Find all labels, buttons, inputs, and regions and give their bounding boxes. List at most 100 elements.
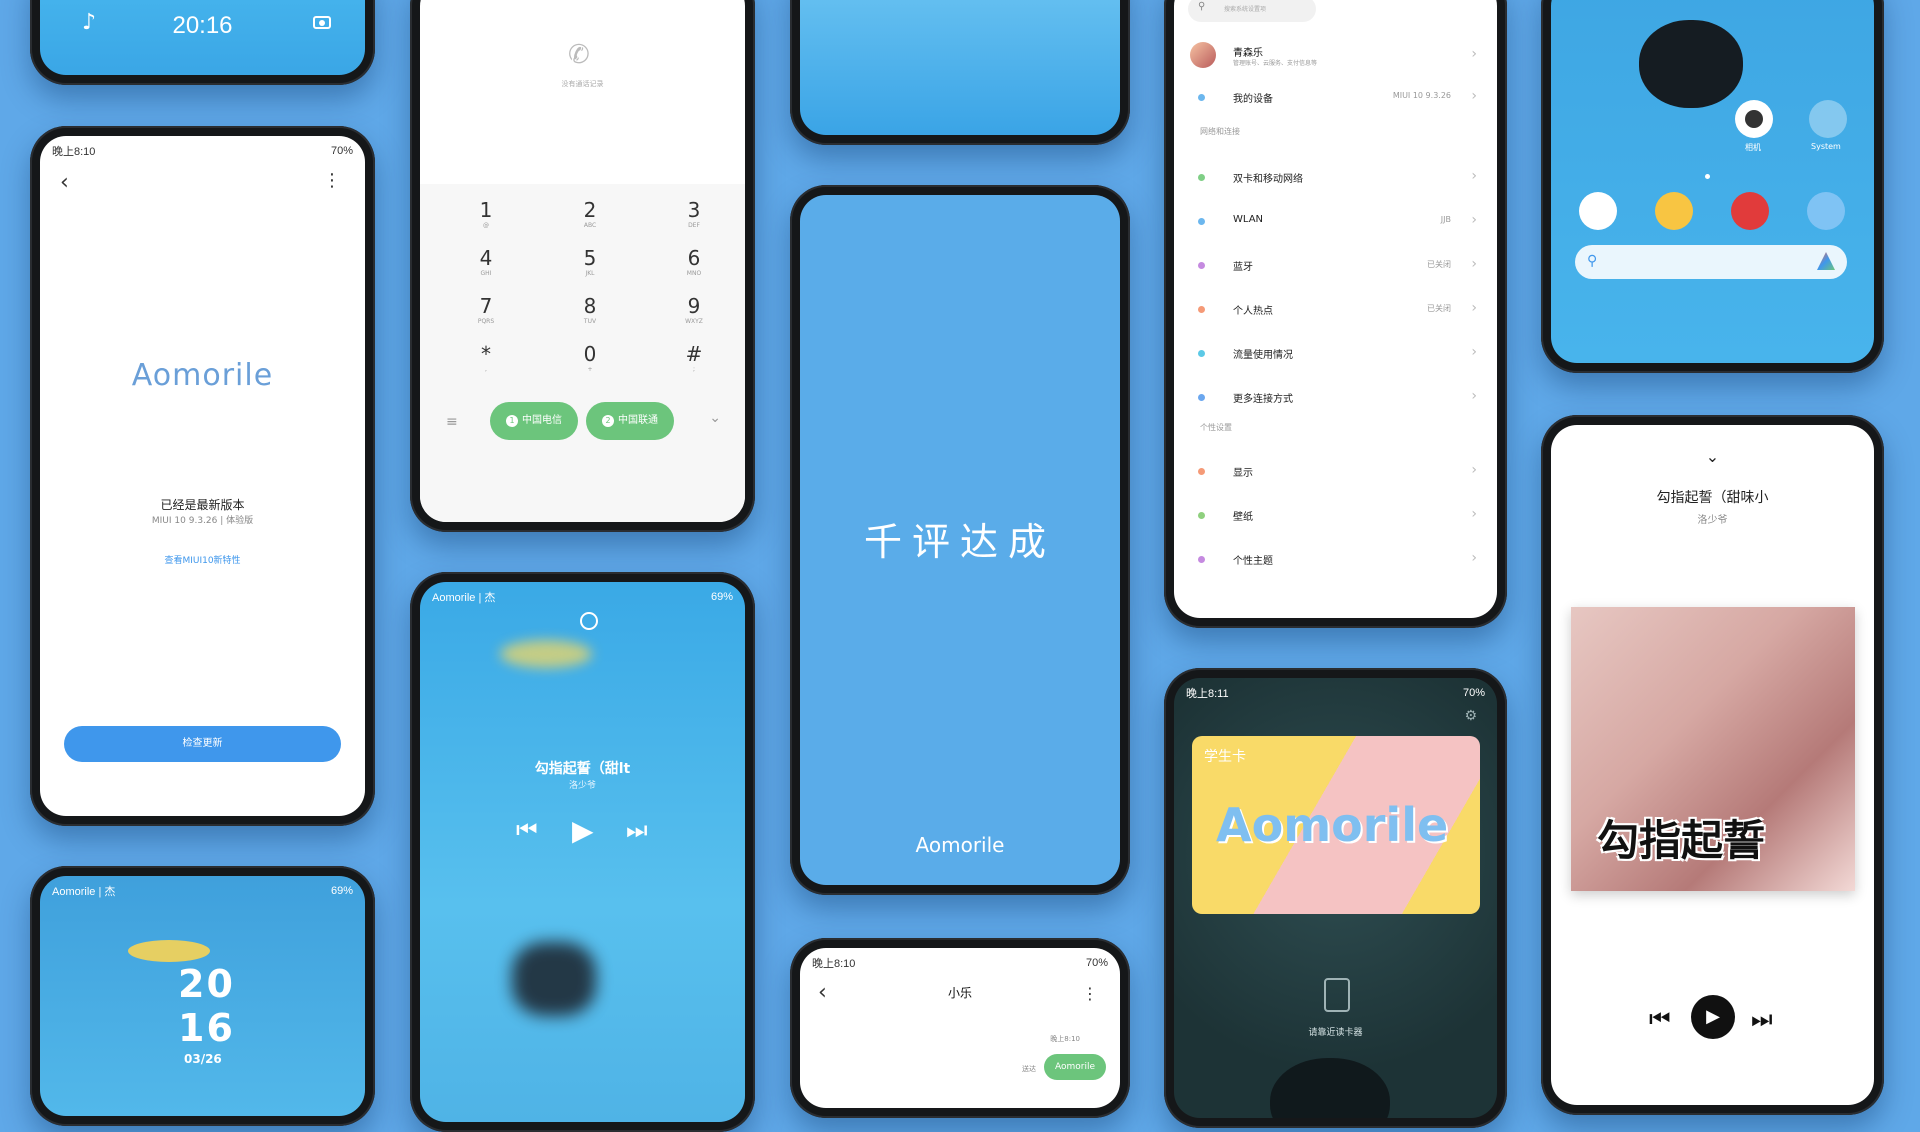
- status-time: 晚上8:10: [52, 146, 96, 158]
- keypad: 1 @2 ABC 3 DEF 4 GHI 5 JKL 6 MNO 7 PQRS 8 TUV 9 WXYZ *, 0 +…: [420, 184, 745, 522]
- item-value: 已关闭: [1427, 304, 1451, 313]
- dock-app-2-icon[interactable]: [1655, 192, 1693, 230]
- dial-key-letters: GHI: [480, 270, 492, 277]
- settings-item[interactable]: 显示 ›: [1188, 462, 1483, 482]
- home-screen: 相机 System ⚲: [1551, 0, 1874, 363]
- cat-head-graphic: [1639, 20, 1743, 108]
- clock-hours: 20: [178, 962, 235, 1006]
- sim2-badge: 2: [602, 415, 614, 427]
- dock-app-1-icon[interactable]: [1579, 192, 1617, 230]
- settings-gear-icon[interactable]: ⚙: [1464, 708, 1477, 724]
- sim1-call-button[interactable]: 1 中国电信: [490, 402, 578, 440]
- dial-key-letters: DEF: [688, 222, 700, 229]
- system-folder-icon[interactable]: [1809, 100, 1847, 138]
- empty-call-log: 没有通话记录: [561, 80, 604, 88]
- menu-icon[interactable]: ≡: [446, 414, 458, 430]
- dial-key-3[interactable]: 3 DEF: [654, 198, 734, 229]
- settings-item[interactable]: 流量使用情况 ›: [1188, 344, 1483, 364]
- features-link[interactable]: 查看MIUI10新特性: [40, 553, 365, 566]
- sent-label: 送达: [1022, 1065, 1036, 1073]
- settings-item[interactable]: 个人热点 已关闭 ›: [1188, 300, 1483, 320]
- next-icon[interactable]: ⏭: [1751, 1005, 1773, 1033]
- dial-key-letters: ABC: [583, 222, 597, 229]
- chevron-right-icon: ›: [1471, 462, 1477, 478]
- song-artist: 洛少爷: [568, 781, 596, 791]
- splash-screen: 千评达成 Aomorile: [800, 195, 1120, 885]
- device-dot: [1198, 94, 1205, 101]
- device-value: MIUI 10 9.3.26: [1392, 91, 1451, 100]
- chevron-right-icon: ›: [1471, 300, 1477, 316]
- item-label: 个性主题: [1233, 556, 1273, 567]
- dial-key-2[interactable]: 2 ABC: [550, 198, 630, 229]
- dial-key-10[interactable]: *,: [446, 342, 526, 373]
- previous-icon[interactable]: ⏮: [1649, 1005, 1671, 1033]
- camera-icon[interactable]: [313, 16, 331, 29]
- settings-item-my-device[interactable]: 我的设备 MIUI 10 9.3.26 ›: [1188, 88, 1483, 108]
- settings-item[interactable]: 更多连接方式 ›: [1188, 388, 1483, 408]
- settings-item[interactable]: WLAN JJB ›: [1188, 212, 1483, 232]
- dial-key-4[interactable]: 4 GHI: [446, 246, 526, 277]
- status-battery: 69%: [710, 591, 733, 603]
- cat-silhouette: [1270, 1058, 1390, 1118]
- home-search-bar[interactable]: ⚲: [1575, 245, 1847, 279]
- settings-item[interactable]: 双卡和移动网络 ›: [1188, 168, 1483, 188]
- student-card[interactable]: 学生卡 Aomorile: [1192, 736, 1480, 914]
- dock-app-3-icon[interactable]: [1731, 192, 1769, 230]
- next-icon[interactable]: ⏭: [626, 816, 648, 844]
- lock-screen-top: ♪ 20:16: [40, 0, 365, 75]
- dock-app-4-icon[interactable]: [1807, 192, 1845, 230]
- blur-fish: [500, 640, 592, 668]
- settings-item[interactable]: 壁纸 ›: [1188, 506, 1483, 526]
- settings-search[interactable]: ⚲ 搜索系统设置项: [1188, 0, 1316, 22]
- wallpaper-lock: Aomorile | 杰 69% 20 16 03/26: [40, 876, 365, 1116]
- phone-tap-icon: [1324, 978, 1350, 1012]
- settings-item[interactable]: 蓝牙 已关闭 ›: [1188, 256, 1483, 276]
- chevron-right-icon: ›: [1471, 168, 1477, 184]
- dial-key-5[interactable]: 5 JKL: [550, 246, 630, 277]
- item-dot: [1198, 512, 1205, 519]
- item-label: 更多连接方式: [1233, 394, 1293, 405]
- dial-key-8[interactable]: 8 TUV: [550, 294, 630, 325]
- dial-key-12[interactable]: #;: [654, 342, 734, 373]
- dial-key-digit: 0: [583, 342, 597, 366]
- chevron-right-icon: ›: [1471, 88, 1477, 104]
- more-icon[interactable]: ⋮: [323, 170, 341, 191]
- dial-key-1[interactable]: 1 @: [446, 198, 526, 229]
- sim2-call-button[interactable]: 2 中国联通: [586, 402, 674, 440]
- camera-app-icon[interactable]: [1735, 100, 1773, 138]
- more-icon[interactable]: ⋮: [1082, 984, 1098, 1003]
- play-button[interactable]: ▶: [1691, 995, 1735, 1039]
- dial-key-digit: 6: [687, 246, 701, 270]
- settings-item[interactable]: 个性主题 ›: [1188, 550, 1483, 570]
- avatar[interactable]: [1190, 42, 1216, 68]
- phone-update: 晚上8:10 70% ‹ ⋮ Aomorile 已经是最新版本 MIUI 10 9…: [30, 126, 375, 826]
- aomorile-logo: Aomorile: [131, 358, 274, 393]
- sim2-label: 中国联通: [618, 415, 658, 426]
- dial-key-7[interactable]: 7 PQRS: [446, 294, 526, 325]
- status-carrier: Aomorile | 杰: [432, 592, 496, 604]
- message-bubble[interactable]: Aomorile: [1044, 1054, 1106, 1080]
- dial-key-digit: 4: [479, 246, 493, 270]
- status-carrier: Aomorile | 杰: [52, 886, 116, 898]
- search-input[interactable]: 搜索系统设置项: [1224, 4, 1266, 13]
- dial-key-digit: 5: [583, 246, 597, 270]
- item-dot: [1198, 350, 1205, 357]
- back-icon[interactable]: ‹: [60, 170, 69, 195]
- blur-cat: [512, 942, 596, 1016]
- collapse-keypad-icon[interactable]: ⌄: [709, 410, 721, 426]
- smiley-icon[interactable]: [580, 612, 598, 630]
- dial-key-9[interactable]: 9 WXYZ: [654, 294, 734, 325]
- play-icon[interactable]: ▶: [572, 814, 594, 847]
- dial-key-6[interactable]: 6 MNO: [654, 246, 734, 277]
- collapse-icon[interactable]: ⌄: [1551, 447, 1874, 466]
- music-blur-screen: Aomorile | 杰 69% 勾指起誓（甜lt 洛少爷 ⏮ ▶ ⏭: [420, 582, 745, 1122]
- check-update-button[interactable]: 检查更新: [64, 726, 341, 762]
- assistant-icon[interactable]: [1817, 252, 1835, 270]
- sim1-label: 中国电信: [522, 415, 562, 426]
- profile-subtitle: 管理账号、云服务、支付信息等: [1233, 60, 1318, 67]
- dial-key-letters: WXYZ: [685, 318, 703, 325]
- item-dot: [1198, 468, 1205, 475]
- dial-key-11[interactable]: 0 +: [550, 342, 630, 373]
- chevron-right-icon: ›: [1471, 256, 1477, 272]
- previous-icon[interactable]: ⏮: [516, 816, 538, 844]
